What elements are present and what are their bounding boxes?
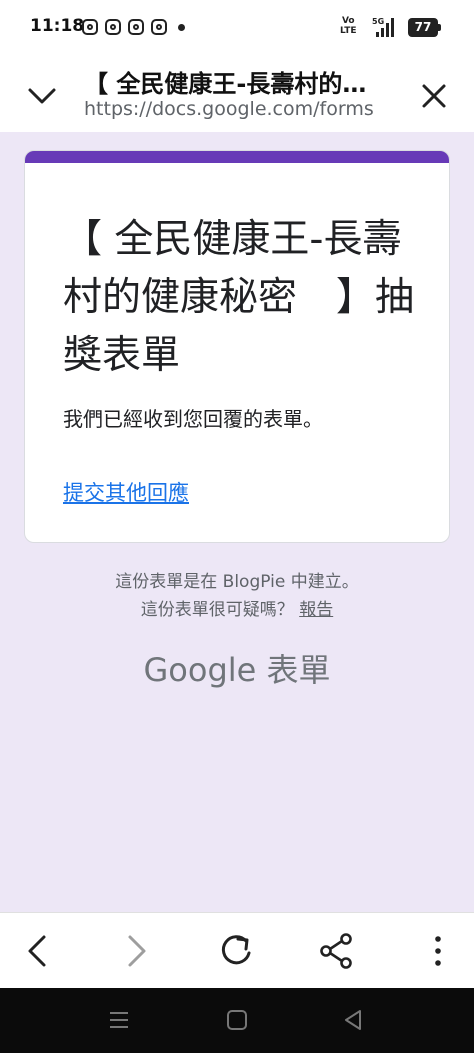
browser-url-bar: 【 全民健康王-長壽村的健康秘密 】抽獎表單 https://docs.goog… [0,56,474,132]
volte-top-label: Vo [341,16,355,26]
back-arrow-icon[interactable] [14,927,62,975]
instagram-icon [82,19,98,35]
volte-bottom-label: LTE [340,26,357,36]
chevron-down-icon[interactable] [22,78,62,114]
status-bar: 11:18 Vo LTE 5G 77 [0,0,474,56]
tab-title: 【 全民健康王-長壽村的健康秘密 】抽獎表單 [84,70,384,98]
home-icon[interactable] [224,1008,250,1032]
more-vert-icon[interactable] [414,927,462,975]
notification-icons [82,19,185,35]
close-icon[interactable] [414,76,454,116]
battery-icon: 77 [408,18,438,37]
bottom-toolbar [0,912,474,988]
card-accent-bar [25,151,449,163]
signal-icon: 5G [372,17,394,37]
battery-tip [438,24,441,31]
confirmation-message: 我們已經收到您回覆的表單。 [63,407,323,431]
tab-url[interactable]: https://docs.google.com/forms [84,98,374,120]
volte-icon: Vo LTE [340,16,357,36]
instagram-icon [105,19,121,35]
network-type-label: 5G [372,17,384,26]
forward-arrow-icon[interactable] [112,927,160,975]
instagram-icon [128,19,144,35]
submit-another-response-link[interactable]: 提交其他回應 [63,477,189,507]
recent-apps-icon[interactable] [106,1008,132,1032]
dot-icon [178,23,185,31]
share-icon[interactable] [312,927,360,975]
suspicious-text: 這份表單很可疑嗎？ [140,600,294,620]
google-forms-logo: Google 表單 [143,651,331,689]
report-link[interactable]: 報告 [299,600,333,620]
suspicious-line: 這份表單很可疑嗎？ 報告 [0,595,474,620]
instagram-icon [151,19,167,35]
system-nav-bar [0,988,474,1053]
form-card: 【 全民健康王-長壽村的健康秘密 】抽獎表單 我們已經收到您回覆的表單。 提交其… [24,150,450,543]
status-time: 11:18 [30,16,85,36]
refresh-icon[interactable] [212,927,260,975]
back-nav-icon[interactable] [340,1008,366,1032]
created-by-text: 這份表單是在 BlogPie 中建立。 [115,572,359,592]
form-title: 【 全民健康王-長壽村的健康秘密 】抽獎表單 [63,217,415,378]
